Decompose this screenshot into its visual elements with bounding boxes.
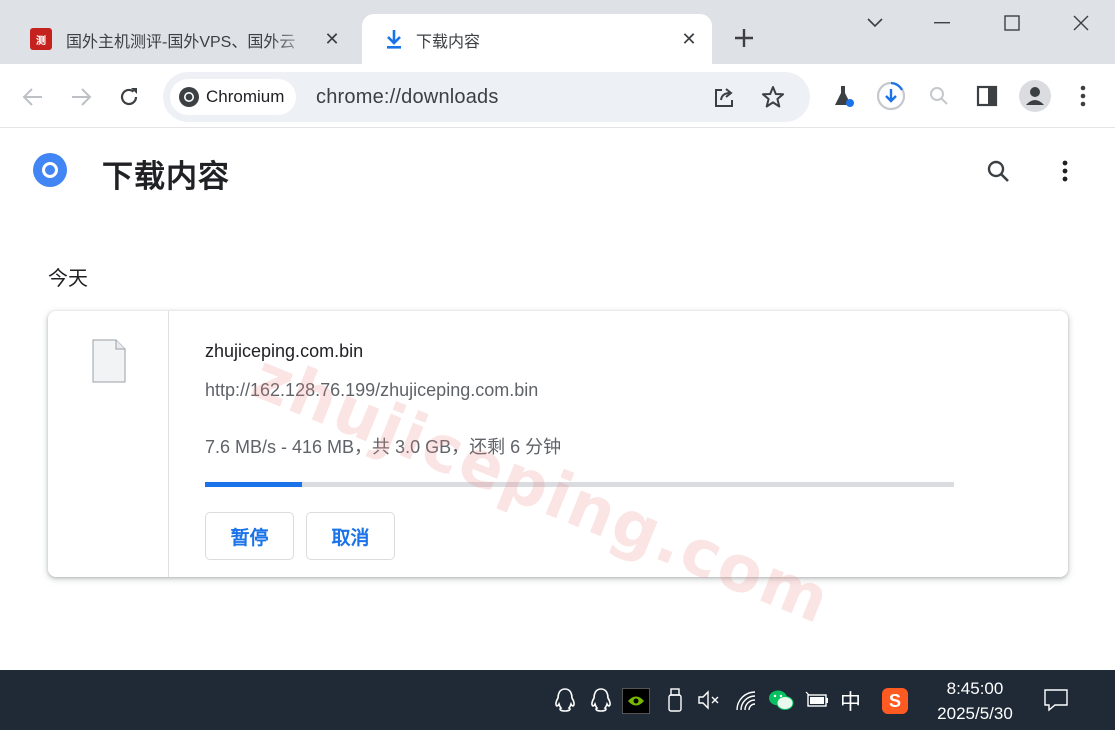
close-tab-icon[interactable]: ✕: [321, 28, 343, 50]
battery-charging-icon[interactable]: [804, 686, 830, 714]
notification-center-icon[interactable]: [1043, 686, 1069, 714]
downloads-menu-button[interactable]: [1049, 155, 1081, 187]
wechat-icon[interactable]: [768, 686, 794, 714]
avatar-icon: [1019, 80, 1051, 112]
system-clock[interactable]: 8:45:00 2025/5/30: [928, 676, 1022, 726]
file-url-link[interactable]: http://162.128.76.199/zhujiceping.com.bi…: [205, 380, 538, 401]
minimize-button[interactable]: [922, 8, 962, 38]
tab-zhujiceping[interactable]: 测 国外主机测评-国外VPS、国外云 ✕: [20, 14, 355, 64]
labs-button[interactable]: [827, 80, 859, 112]
download-progress-bar: [205, 482, 954, 487]
downloads-header: 下载内容: [0, 129, 1115, 219]
reload-icon: [120, 88, 138, 106]
arrow-left-icon: [22, 88, 42, 106]
back-button[interactable]: [18, 82, 48, 112]
downloads-button[interactable]: [875, 80, 907, 112]
chevron-down-icon: [867, 18, 883, 28]
wifi-icon[interactable]: [733, 686, 759, 714]
share-icon: [715, 88, 733, 107]
close-tab-icon[interactable]: ✕: [678, 28, 700, 50]
chip-label: Chromium: [206, 87, 285, 106]
reload-button[interactable]: [114, 82, 144, 112]
close-window-button[interactable]: [1061, 8, 1101, 38]
file-icon: [92, 339, 126, 388]
zoom-search-button[interactable]: [923, 80, 955, 112]
chromium-logo-icon: [33, 153, 67, 187]
site-logo-icon: 测: [30, 28, 52, 50]
sogou-input-icon[interactable]: S: [882, 688, 908, 714]
tab-strip: 测 国外主机测评-国外VPS、国外云 ✕ 下载内容 ✕: [0, 0, 1115, 64]
file-name: zhujiceping.com.bin: [205, 341, 364, 361]
taskbar: 中 S 8:45:00 2025/5/30: [0, 670, 1115, 730]
card-divider: [168, 311, 169, 577]
progress-fill: [205, 482, 303, 487]
search-icon: [987, 160, 1009, 182]
arrow-right-icon: [72, 88, 92, 106]
maximize-icon: [1004, 15, 1020, 31]
side-panel-icon: [976, 85, 998, 107]
search-downloads-button[interactable]: [982, 155, 1014, 187]
download-item: zhujiceping.com.bin http://162.128.76.19…: [48, 311, 1068, 577]
share-button[interactable]: [712, 84, 738, 110]
forward-button[interactable]: [66, 82, 96, 112]
address-bar[interactable]: Chromium chrome://downloads: [163, 72, 810, 122]
search-icon: [930, 87, 948, 105]
profile-button[interactable]: [1019, 80, 1051, 112]
toolbar: Chromium chrome://downloads: [0, 64, 1115, 128]
qq-icon[interactable]: [588, 686, 614, 714]
clock-date: 2025/5/30: [937, 704, 1013, 723]
nvidia-icon[interactable]: [622, 688, 650, 714]
minimize-icon: [934, 22, 950, 24]
usb-drive-icon[interactable]: [662, 686, 688, 714]
download-progress-icon: [876, 81, 906, 111]
download-icon: [387, 30, 401, 49]
site-info-chip[interactable]: Chromium: [170, 79, 297, 115]
input-method-indicator[interactable]: 中: [840, 686, 861, 716]
cancel-button[interactable]: 取消: [306, 512, 395, 560]
star-icon: [762, 86, 784, 108]
browser-menu-button[interactable]: [1067, 80, 1099, 112]
side-panel-button[interactable]: [971, 80, 1003, 112]
new-tab-button[interactable]: [730, 24, 758, 52]
close-icon: [1073, 15, 1089, 31]
bookmark-button[interactable]: [760, 84, 786, 110]
chromium-icon: [179, 87, 199, 107]
volume-muted-icon[interactable]: [696, 686, 722, 714]
clock-time: 8:45:00: [946, 679, 1004, 698]
plus-icon: [735, 29, 753, 47]
more-vert-icon: [1062, 160, 1068, 182]
download-status: 7.6 MB/s - 416 MB，共 3.0 GB，还剩 6 分钟: [205, 437, 562, 457]
flask-icon: [835, 86, 854, 107]
tab-downloads[interactable]: 下载内容 ✕: [362, 14, 712, 64]
tab-title: 国外主机测评-国外VPS、国外云: [66, 34, 296, 51]
pause-button[interactable]: 暂停: [205, 512, 294, 560]
maximize-button[interactable]: [992, 8, 1032, 38]
date-section-label: 今天: [48, 268, 88, 290]
qq-icon[interactable]: [552, 686, 578, 714]
tab-search-button[interactable]: [855, 8, 895, 38]
url-text[interactable]: chrome://downloads: [316, 86, 499, 109]
more-vert-icon: [1080, 85, 1086, 107]
tab-title: 下载内容: [416, 34, 481, 51]
page-title: 下载内容: [102, 159, 230, 194]
